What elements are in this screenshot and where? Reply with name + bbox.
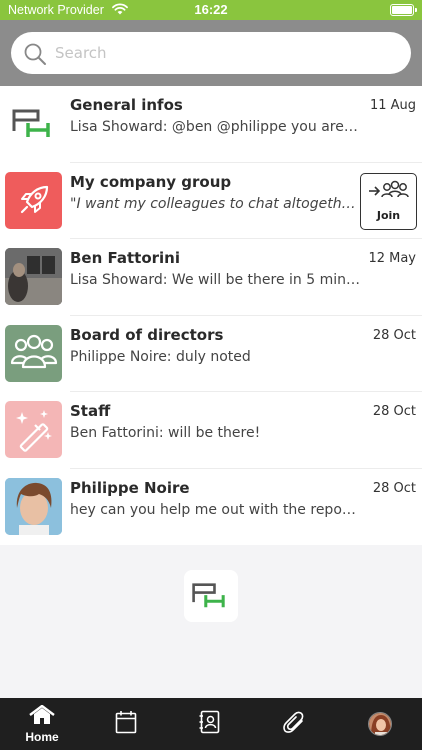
tab-home[interactable]: Home	[0, 698, 84, 750]
search-bar[interactable]	[11, 32, 411, 74]
conversation-title: My company group	[70, 172, 232, 191]
conversation-title: Philippe Noire	[70, 478, 190, 497]
tab-contacts[interactable]	[168, 698, 252, 750]
tab-calendar[interactable]	[84, 698, 168, 750]
conversation-date: 28 Oct	[372, 404, 416, 419]
contacts-icon	[199, 710, 221, 738]
conversation-row[interactable]: General infos 11 Aug Lisa Showard: @ben …	[0, 86, 422, 163]
clock: 16:22	[194, 2, 228, 17]
conversation-preview: Ben Fattorini: will be there!	[70, 425, 261, 441]
rocket-icon	[5, 171, 62, 229]
conversation-list: General infos 11 Aug Lisa Showard: @ben …	[0, 86, 422, 545]
search-icon	[23, 42, 47, 70]
conversation-preview: Lisa Showard: We will be there in 5 minu…	[70, 272, 360, 288]
photo-avatar	[5, 248, 62, 305]
tab-home-label: Home	[25, 729, 59, 744]
conversation-date: 28 Oct	[372, 480, 416, 496]
conversation-date: 11 Aug	[369, 98, 416, 113]
join-label: Join	[376, 208, 401, 222]
conversation-row[interactable]: Philippe Noire 28 Oct hey can you help m…	[0, 469, 422, 546]
tab-attachments[interactable]	[252, 698, 336, 750]
photo-avatar	[5, 477, 62, 535]
tab-bar: Home	[0, 698, 422, 750]
group-icon	[5, 324, 62, 382]
conversation-date: 12 May	[368, 251, 416, 266]
search-input[interactable]	[55, 38, 395, 68]
search-header	[0, 20, 422, 86]
conversation-row[interactable]: Staff 28 Oct Ben Fattorini: will be ther…	[0, 392, 422, 469]
conversation-date: 28 Oct	[372, 327, 416, 343]
conversation-row[interactable]: My company group "I want my colleagues t…	[0, 163, 422, 239]
paperclip-icon	[282, 710, 306, 738]
conversation-row[interactable]: Ben Fattorini 12 May Lisa Showard: We wi…	[0, 239, 422, 316]
app-logo-icon	[184, 570, 238, 622]
conversation-preview: hey can you help me out with the report?	[70, 501, 360, 518]
join-button[interactable]: Join	[360, 172, 417, 230]
conversation-title: Board of directors	[70, 325, 224, 344]
conversation-title: Staff	[70, 402, 111, 420]
conversation-preview: Philippe Noire: duly noted	[70, 348, 251, 365]
conversation-preview: Lisa Showard: @ben @philippe you are goi…	[70, 119, 360, 135]
home-icon	[29, 704, 55, 729]
app-logo-icon	[5, 95, 62, 152]
profile-avatar	[368, 712, 392, 736]
calendar-icon	[115, 710, 137, 738]
join-group-icon	[367, 179, 411, 207]
conversation-title: General infos	[70, 96, 183, 114]
tab-profile[interactable]	[338, 698, 422, 750]
magic-wand-icon	[5, 401, 62, 458]
conversation-title: Ben Fattorini	[70, 249, 181, 267]
status-bar: Network Provider 16:22	[0, 0, 422, 20]
battery-icon	[390, 4, 417, 16]
conversation-row[interactable]: Board of directors 28 Oct Philippe Noire…	[0, 316, 422, 392]
conversation-preview: "I want my colleagues to chat altogether…	[70, 195, 356, 212]
